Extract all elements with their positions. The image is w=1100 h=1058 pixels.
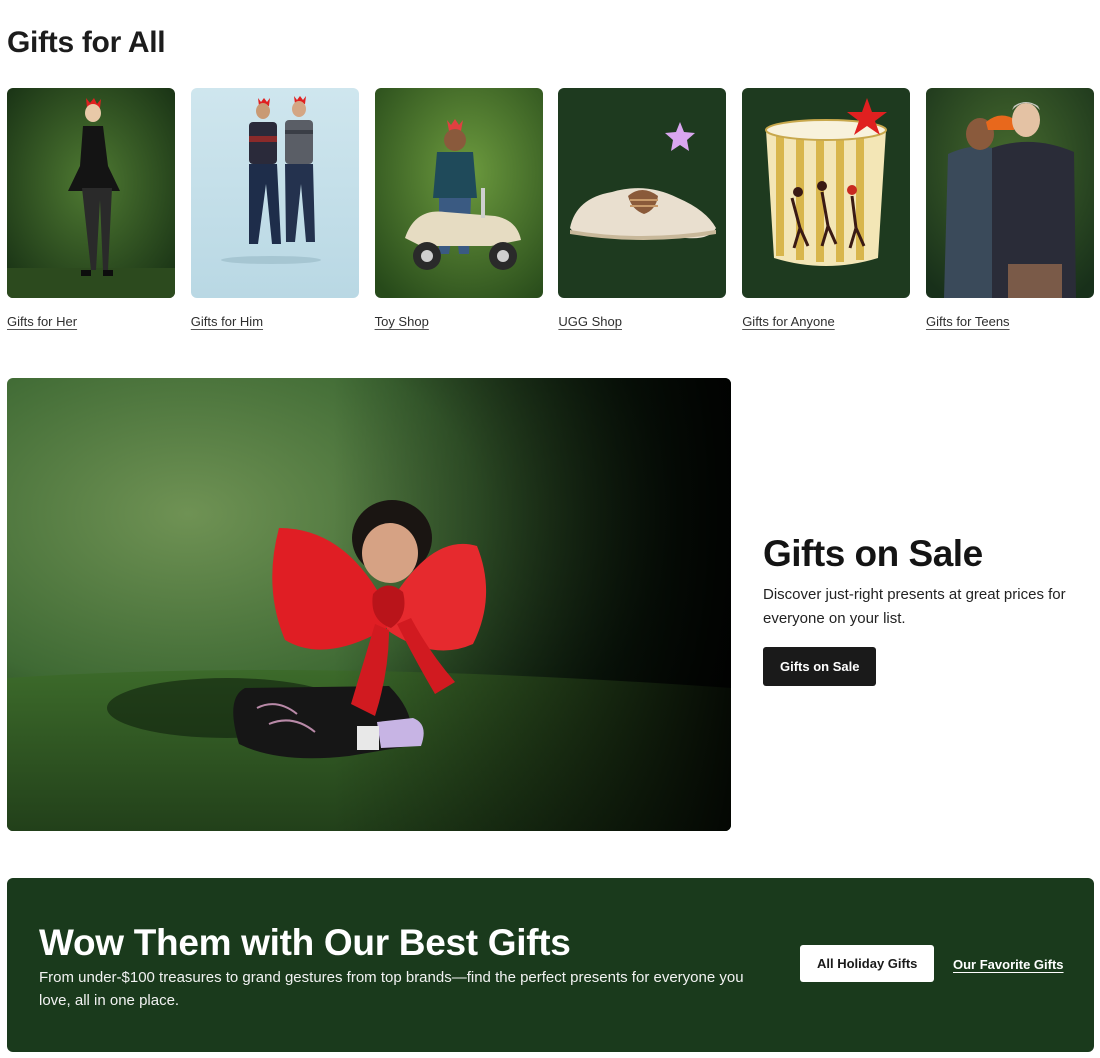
category-label[interactable]: Gifts for Anyone [742,314,910,329]
our-favorite-gifts-link[interactable]: Our Favorite Gifts [953,957,1064,972]
gifts-on-sale-promo: Gifts on Sale Discover just-right presen… [763,533,1083,686]
promo-description: Discover just-right presents at great pr… [763,585,1066,627]
gifts-for-her-image[interactable] [7,88,175,298]
gifts-for-anyone-image[interactable] [742,88,911,298]
category-tile-toy-shop[interactable]: Toy Shop [374,88,543,329]
category-label[interactable]: Gifts for Her [7,314,175,329]
category-tile-ugg-shop[interactable]: UGG Shop [558,88,727,329]
section-title: Gifts for All [7,26,166,59]
category-tiles: Gifts for Her Gifts for Him Toy Shop UGG… [7,88,1094,329]
all-holiday-gifts-button[interactable]: All Holiday Gifts [800,945,935,982]
category-tile-gifts-for-him[interactable]: Gifts for Him [190,88,359,329]
category-label[interactable]: UGG Shop [558,314,726,329]
category-label[interactable]: Gifts for Him [191,314,359,329]
category-tile-gifts-for-anyone[interactable]: Gifts for Anyone [742,88,911,329]
gifts-for-teens-image[interactable] [925,88,1094,298]
category-tile-gifts-for-her[interactable]: Gifts for Her [7,88,175,329]
gifts-for-him-image[interactable] [190,88,359,298]
gifts-on-sale-hero-image[interactable] [7,378,731,831]
toy-shop-image[interactable] [374,88,543,298]
category-label[interactable]: Toy Shop [375,314,543,329]
gifts-on-sale-button[interactable]: Gifts on Sale [763,646,877,686]
category-tile-gifts-for-teens[interactable]: Gifts for Teens [925,88,1094,329]
promo-title: Gifts on Sale [763,533,983,574]
banner-description: From under-$100 treasures to grand gestu… [39,969,744,1009]
ugg-shop-image[interactable] [558,88,727,298]
category-label[interactable]: Gifts for Teens [926,314,1094,329]
best-gifts-banner: Wow Them with Our Best Gifts From under-… [7,878,1094,1052]
banner-title: Wow Them with Our Best Gifts [39,922,571,963]
